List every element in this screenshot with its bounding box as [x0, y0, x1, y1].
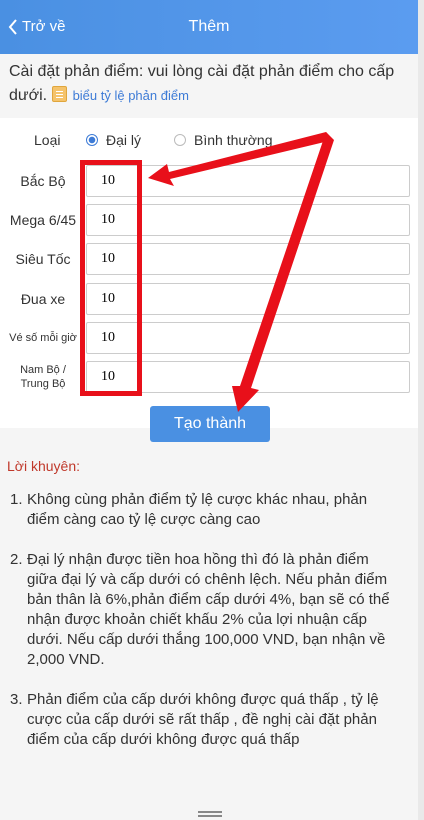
tips-heading: Lời khuyên:	[7, 458, 81, 474]
radio-agent[interactable]: Đại lý	[86, 132, 141, 148]
row-label: Nam Bộ / Trung Bộ	[20, 364, 66, 390]
row-nam-bo-trung-bo: Nam Bộ / Trung Bộ	[0, 361, 418, 393]
row-bac-bo: Bắc Bộ	[0, 165, 418, 197]
type-row: Loại Đại lý Bình thường	[0, 132, 418, 152]
type-label: Loại	[34, 132, 61, 148]
document-icon	[51, 86, 67, 102]
radio-checked-icon	[86, 134, 98, 146]
tip-item: 2. Đại lý nhận được tiền hoa hồng thì đó …	[8, 550, 398, 670]
tip-number: 2.	[10, 551, 23, 568]
radio-agent-label: Đại lý	[106, 132, 142, 148]
info-text: Cài đặt phản điểm: vui lòng cài đặt phản…	[9, 60, 409, 108]
row-mega-645: Mega 6/45	[0, 204, 418, 236]
row-ve-so-moi-gio: Vé số mỗi giờ	[0, 322, 418, 354]
tip-number: 1.	[10, 491, 23, 508]
tip-text: Phản điểm của cấp dưới không được quá th…	[27, 691, 379, 748]
rebate-input-sieu-toc[interactable]	[86, 243, 410, 275]
rebate-input-nam-bo-trung-bo[interactable]	[86, 361, 410, 393]
tip-text: Không cùng phản điểm tỷ lệ cược khác nha…	[27, 491, 368, 528]
tip-text: Đại lý nhận được tiền hoa hồng thì đó là…	[27, 551, 390, 668]
tips-list: 1. Không cùng phản điểm tỷ lệ cược khác n…	[8, 490, 398, 770]
tip-item: 3. Phản điểm của cấp dưới không được quá …	[8, 690, 398, 750]
row-label: Đua xe	[20, 291, 66, 307]
row-label: Vé số mỗi giờ	[9, 332, 77, 344]
radio-normal-label: Bình thường	[194, 132, 273, 148]
rebate-input-mega-645[interactable]	[86, 204, 410, 236]
row-sieu-toc: Siêu Tốc	[0, 243, 418, 275]
row-label: Bắc Bộ	[20, 173, 66, 189]
info-message: Cài đặt phản điểm: vui lòng cài đặt phản…	[9, 63, 395, 104]
radio-unchecked-icon	[174, 134, 186, 146]
tip-number: 3.	[10, 691, 23, 708]
radio-normal[interactable]: Bình thường	[174, 132, 273, 148]
row-dua-xe: Đua xe	[0, 283, 418, 315]
row-label: Siêu Tốc	[15, 251, 71, 267]
row-label: Mega 6/45	[9, 212, 77, 228]
header-bar: Trở về Thêm	[0, 0, 418, 54]
create-button[interactable]: Tạo thành	[150, 406, 270, 442]
rebate-input-bac-bo[interactable]	[86, 165, 410, 197]
page-title: Thêm	[188, 18, 230, 35]
scrollbar[interactable]	[418, 0, 424, 820]
rebate-table-link[interactable]: biểu tỷ lệ phản điểm	[73, 88, 189, 103]
rebate-input-ve-so-moi-gio[interactable]	[86, 322, 410, 354]
tip-item: 1. Không cùng phản điểm tỷ lệ cược khác n…	[8, 490, 398, 530]
rebate-form: Loại Đại lý Bình thường Bắc Bộ Mega 6/45…	[0, 118, 418, 428]
rebate-input-dua-xe[interactable]	[86, 283, 410, 315]
drag-handle-icon[interactable]	[198, 811, 222, 813]
